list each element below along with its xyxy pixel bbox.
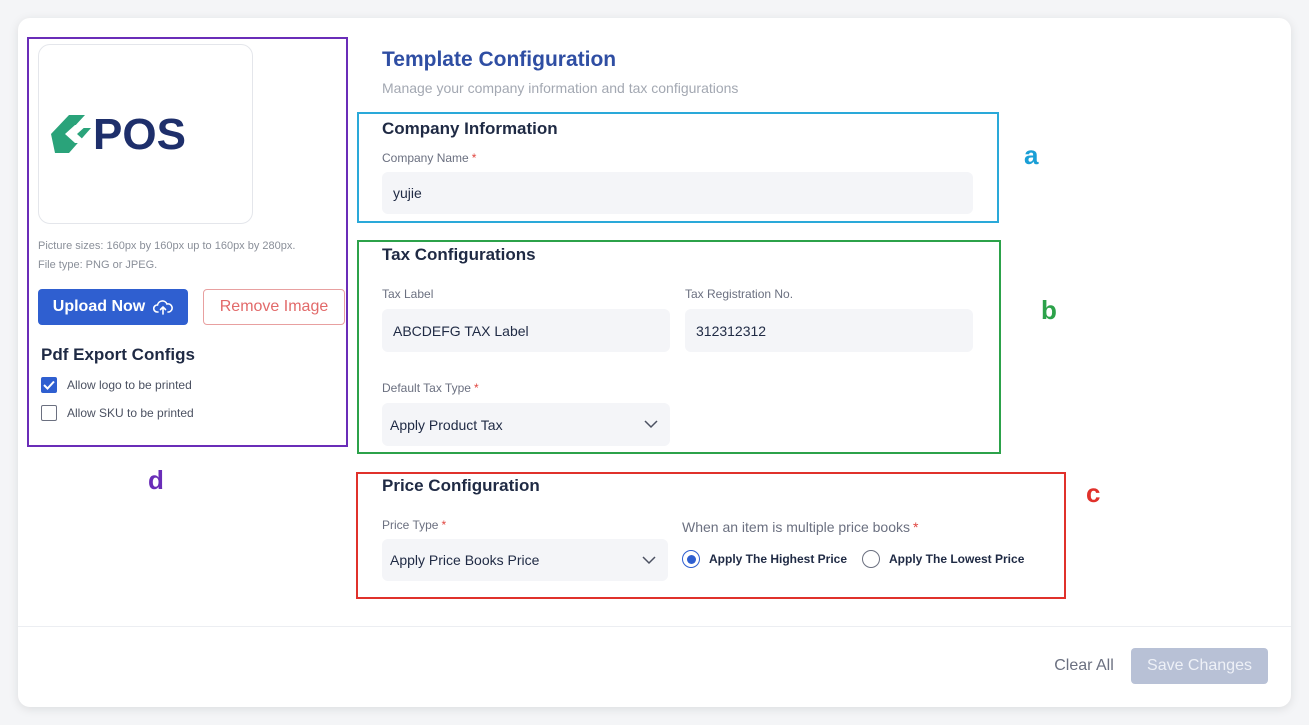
radio-label: Apply The Lowest Price: [889, 552, 1025, 566]
option-allow-logo[interactable]: Allow logo to be printed: [41, 377, 192, 393]
radio-selected-icon[interactable]: [682, 550, 700, 568]
chevron-down-icon: [644, 420, 658, 429]
company-name-label: Company Name *: [382, 151, 477, 165]
option-label: Allow logo to be printed: [67, 378, 192, 392]
canvas: POS Picture sizes: 160px by 160px up to …: [0, 0, 1309, 725]
default-tax-type-select[interactable]: Apply Product Tax: [382, 403, 670, 446]
pdf-export-title: Pdf Export Configs: [41, 345, 195, 364]
option-allow-sku[interactable]: Allow SKU to be printed: [41, 405, 194, 421]
radio-label: Apply The Highest Price: [709, 552, 848, 566]
save-changes-button[interactable]: Save Changes: [1131, 648, 1268, 684]
default-tax-type-label: Default Tax Type *: [382, 381, 479, 395]
upload-now-button[interactable]: Upload Now: [38, 289, 188, 325]
annotation-label-d: d: [148, 465, 164, 495]
epos-logo: POS: [51, 110, 186, 159]
tax-label-label: Tax Label: [382, 287, 434, 301]
tax-label-input[interactable]: ABCDEFG TAX Label: [382, 309, 670, 352]
annotation-label-c: c: [1086, 478, 1101, 508]
option-label: Allow SKU to be printed: [67, 406, 194, 420]
checkbox-unchecked-icon[interactable]: [41, 405, 57, 421]
radio-highest-price[interactable]: Apply The Highest Price: [682, 550, 847, 568]
price-section-title: Price Configuration: [382, 476, 540, 495]
logo-mark-icon: [51, 115, 91, 153]
price-type-select[interactable]: Apply Price Books Price: [382, 539, 668, 581]
logo-preview: POS: [38, 44, 253, 224]
page-subtitle: Manage your company information and tax …: [382, 80, 739, 96]
picture-size-hint: Picture sizes: 160px by 160px up to 160p…: [38, 240, 296, 252]
price-type-label: Price Type *: [382, 518, 447, 532]
company-name-input[interactable]: yujie: [382, 172, 973, 214]
multiple-price-books-label: When an item is multiple price books *: [682, 519, 919, 535]
radio-lowest-price[interactable]: Apply The Lowest Price: [862, 550, 1024, 568]
svg-text:POS: POS: [93, 110, 186, 159]
upload-label: Upload Now: [52, 298, 146, 315]
company-section-title: Company Information: [382, 119, 558, 138]
checkbox-checked-icon[interactable]: [41, 377, 57, 393]
footer-divider: [18, 626, 1291, 627]
tax-registration-input[interactable]: 312312312: [685, 309, 973, 352]
annotation-label-b: b: [1041, 295, 1057, 325]
clear-all-button[interactable]: Clear All: [1044, 652, 1124, 680]
select-value: Apply Price Books Price: [390, 552, 540, 568]
radio-unselected-icon[interactable]: [862, 550, 880, 568]
cloud-upload-icon: [153, 300, 174, 315]
page-title: Template Configuration: [382, 48, 617, 71]
chevron-down-icon: [642, 555, 656, 564]
file-type-hint: File type: PNG or JPEG.: [38, 259, 158, 271]
tax-registration-label: Tax Registration No.: [685, 287, 794, 301]
tax-section-title: Tax Configurations: [382, 245, 536, 264]
remove-image-button[interactable]: Remove Image: [203, 289, 345, 325]
annotation-label-a: a: [1024, 140, 1039, 170]
select-value: Apply Product Tax: [390, 416, 503, 433]
